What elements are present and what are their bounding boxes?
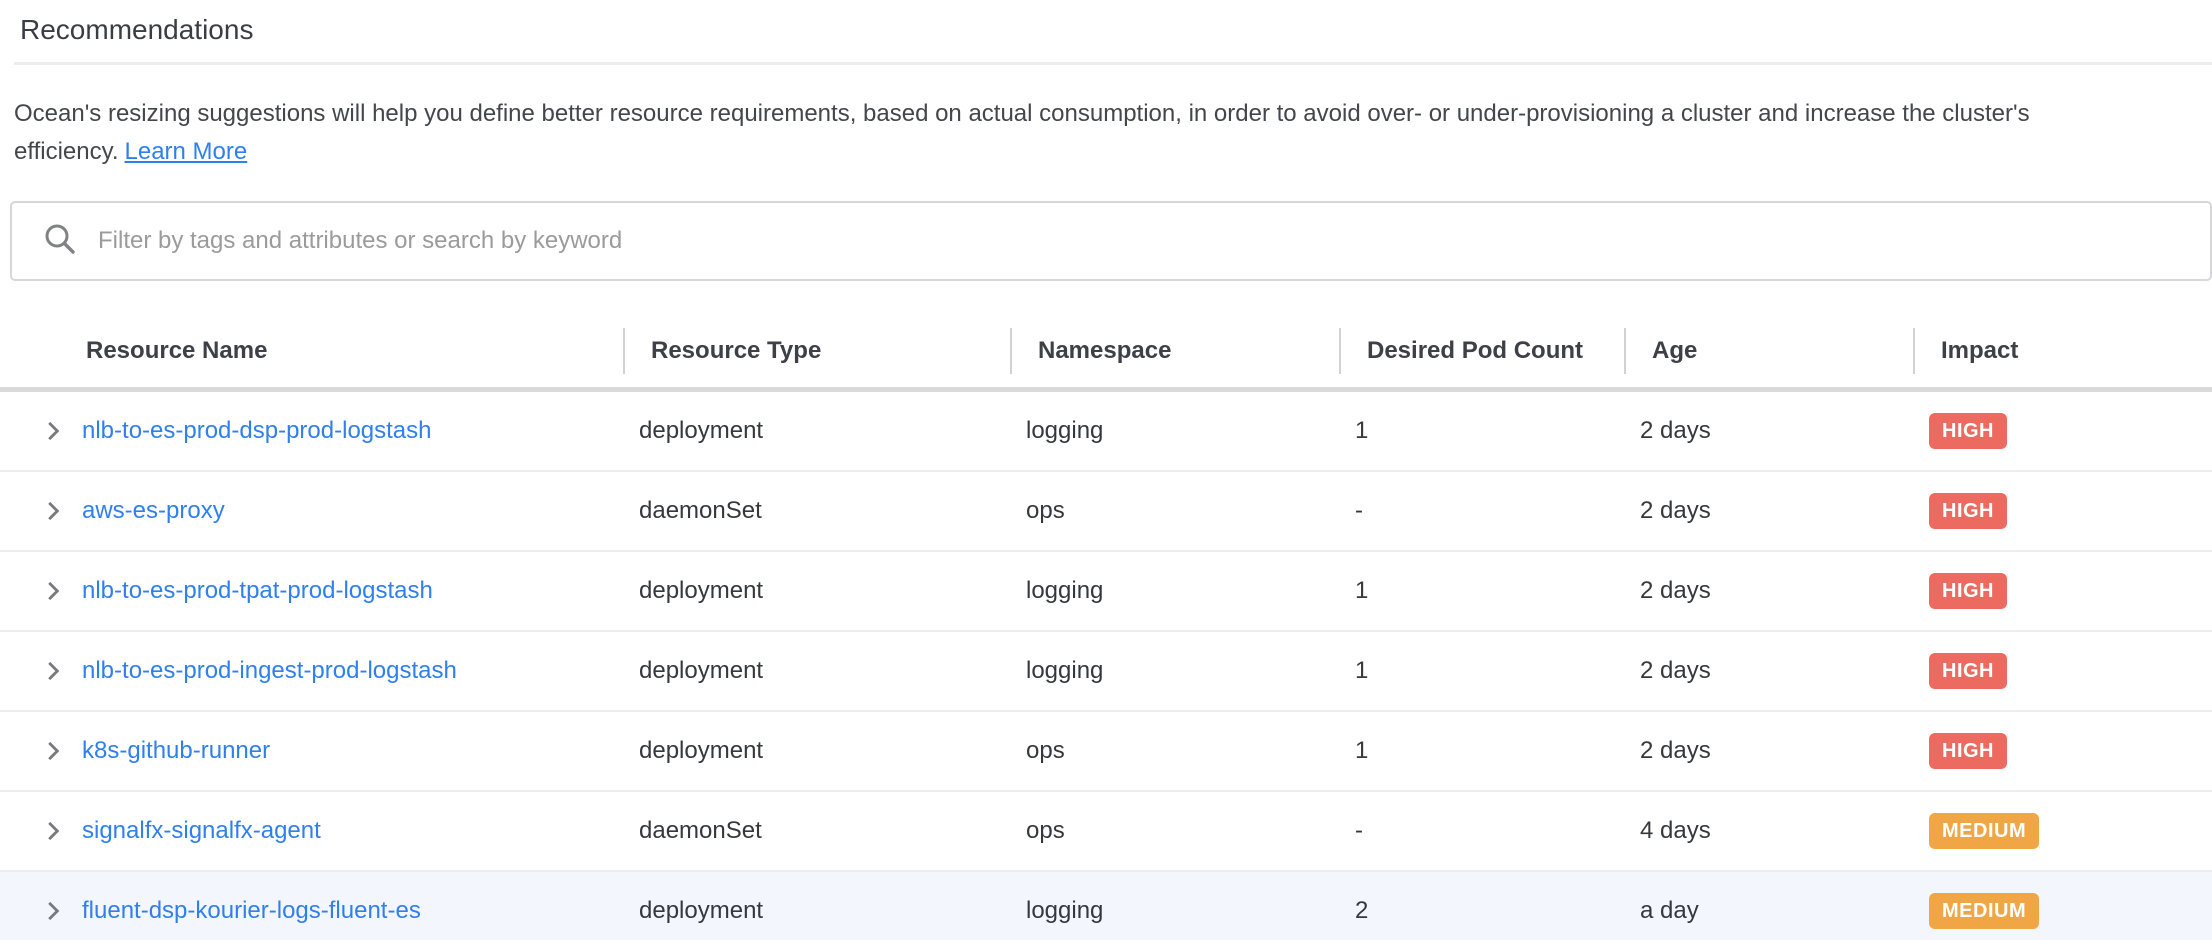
table-row: nlb-to-es-prod-ingest-prod-logstash depl… [0,632,2212,712]
resource-type-cell: deployment [623,737,1010,765]
desired-pod-count-cell: 2 [1339,897,1624,925]
expand-chevron-right-icon[interactable] [40,418,66,444]
namespace-cell: ops [1010,817,1339,845]
resource-name-cell: nlb-to-es-prod-tpat-prod-logstash [0,577,623,605]
resource-type-cell: daemonSet [623,497,1010,525]
age-cell: 2 days [1624,657,1913,685]
search-bar[interactable] [10,201,2212,281]
namespace-cell: ops [1010,497,1339,525]
age-cell: 2 days [1624,737,1913,765]
resource-name-link[interactable]: nlb-to-es-prod-tpat-prod-logstash [82,577,433,605]
learn-more-link[interactable]: Learn More [125,138,248,165]
column-header-namespace: Namespace [1010,337,1339,365]
search-input[interactable] [98,211,2210,271]
table-row: signalfx-signalfx-agent daemonSet ops - … [0,792,2212,872]
namespace-cell: logging [1010,577,1339,605]
desired-pod-count-cell: - [1339,817,1624,845]
resource-name-cell: nlb-to-es-prod-dsp-prod-logstash [0,417,623,445]
resource-name-cell: k8s-github-runner [0,737,623,765]
table-row: fluent-dsp-kourier-logs-fluent-es deploy… [0,872,2212,940]
resource-type-cell: daemonSet [623,817,1010,845]
namespace-cell: logging [1010,657,1339,685]
age-cell: a day [1624,897,1913,925]
table-header-row: Resource Name Resource Type Namespace De… [0,315,2212,387]
column-header-desired-pod-count: Desired Pod Count [1339,337,1624,365]
table-row: nlb-to-es-prod-tpat-prod-logstash deploy… [0,552,2212,632]
column-header-resource-type: Resource Type [623,337,1010,365]
expand-chevron-right-icon[interactable] [40,578,66,604]
resource-name-link[interactable]: signalfx-signalfx-agent [82,817,321,845]
resource-name-link[interactable]: aws-es-proxy [82,497,225,525]
impact-badge: HIGH [1929,733,2007,769]
resource-name-link[interactable]: fluent-dsp-kourier-logs-fluent-es [82,897,421,925]
age-cell: 2 days [1624,577,1913,605]
expand-chevron-right-icon[interactable] [40,498,66,524]
table-row: aws-es-proxy daemonSet ops - 2 days HIGH [0,472,2212,552]
resource-name-cell: aws-es-proxy [0,497,623,525]
expand-chevron-right-icon[interactable] [40,898,66,924]
column-header-age: Age [1624,337,1913,365]
resource-name-cell: signalfx-signalfx-agent [0,817,623,845]
desired-pod-count-cell: 1 [1339,657,1624,685]
impact-badge: HIGH [1929,493,2007,529]
impact-cell: HIGH [1913,493,2212,529]
age-cell: 4 days [1624,817,1913,845]
table-body: nlb-to-es-prod-dsp-prod-logstash deploym… [0,392,2212,940]
impact-badge: MEDIUM [1929,893,2039,929]
resource-type-cell: deployment [623,577,1010,605]
impact-badge: HIGH [1929,413,2007,449]
expand-chevron-right-icon[interactable] [40,818,66,844]
impact-cell: MEDIUM [1913,893,2212,929]
expand-chevron-right-icon[interactable] [40,738,66,764]
table-row: nlb-to-es-prod-dsp-prod-logstash deploym… [0,392,2212,472]
impact-badge: HIGH [1929,653,2007,689]
resource-name-cell: nlb-to-es-prod-ingest-prod-logstash [0,657,623,685]
resource-name-link[interactable]: nlb-to-es-prod-ingest-prod-logstash [82,657,457,685]
page-title: Recommendations [0,0,2212,46]
impact-cell: HIGH [1913,653,2212,689]
age-cell: 2 days [1624,497,1913,525]
impact-cell: HIGH [1913,733,2212,769]
resource-type-cell: deployment [623,417,1010,445]
impact-cell: HIGH [1913,573,2212,609]
impact-badge: MEDIUM [1929,813,2039,849]
search-icon [42,221,78,262]
description-text: Ocean's resizing suggestions will help y… [14,100,2030,165]
namespace-cell: ops [1010,737,1339,765]
recommendations-table: Resource Name Resource Type Namespace De… [0,315,2212,940]
desired-pod-count-cell: - [1339,497,1624,525]
age-cell: 2 days [1624,417,1913,445]
impact-cell: HIGH [1913,413,2212,449]
recommendations-page: Recommendations Ocean's resizing suggest… [0,0,2212,940]
namespace-cell: logging [1010,897,1339,925]
impact-badge: HIGH [1929,573,2007,609]
resource-type-cell: deployment [623,657,1010,685]
description: Ocean's resizing suggestions will help y… [14,95,2192,171]
table-row: k8s-github-runner deployment ops 1 2 day… [0,712,2212,792]
title-divider [14,62,2212,65]
resource-name-cell: fluent-dsp-kourier-logs-fluent-es [0,897,623,925]
desired-pod-count-cell: 1 [1339,577,1624,605]
column-header-impact: Impact [1913,337,2212,365]
column-header-resource-name: Resource Name [0,337,623,365]
resource-name-link[interactable]: k8s-github-runner [82,737,270,765]
resource-type-cell: deployment [623,897,1010,925]
desired-pod-count-cell: 1 [1339,417,1624,445]
impact-cell: MEDIUM [1913,813,2212,849]
expand-chevron-right-icon[interactable] [40,658,66,684]
namespace-cell: logging [1010,417,1339,445]
desired-pod-count-cell: 1 [1339,737,1624,765]
resource-name-link[interactable]: nlb-to-es-prod-dsp-prod-logstash [82,417,432,445]
